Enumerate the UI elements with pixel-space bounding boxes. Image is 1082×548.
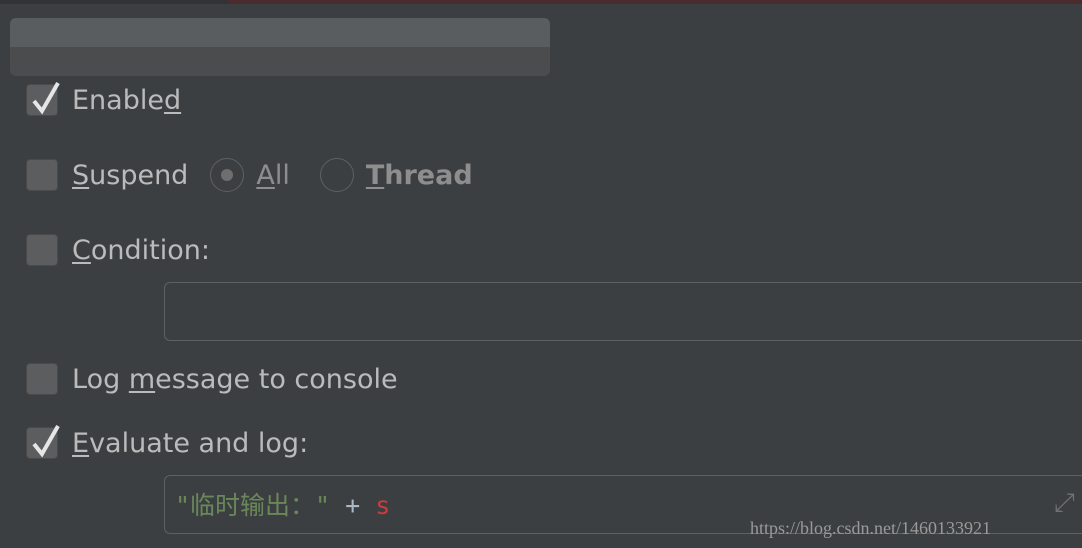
blurred-title (10, 18, 550, 76)
suspend-all-label: All (256, 159, 290, 191)
condition-checkbox[interactable] (26, 234, 58, 266)
editor-strip (0, 0, 1082, 4)
checkbox-checked[interactable] (26, 82, 60, 116)
log-message-label: Log message to console (72, 363, 398, 395)
condition-input[interactable] (164, 282, 1082, 341)
suspend-thread-label: Thread (365, 159, 473, 191)
enabled-checkbox[interactable]: Enabled (26, 82, 182, 116)
check-icon (32, 425, 60, 458)
watermark: https://blog.csdn.net/1460133921 (750, 518, 991, 538)
evaluate-label: Evaluate and log: (72, 427, 309, 459)
breakpoint-line-highlight (228, 0, 1082, 4)
expression-code: "临时输出：" + s (175, 491, 391, 520)
log-message-row: Log message to console (26, 363, 398, 395)
suspend-checkbox[interactable] (26, 159, 58, 191)
suspend-row: Suspend All Thread (26, 158, 473, 192)
evaluate-checkbox[interactable] (26, 425, 60, 459)
evaluate-row: Evaluate and log: (26, 425, 309, 459)
check-icon (32, 82, 60, 115)
log-message-checkbox[interactable] (26, 363, 58, 395)
suspend-label: Suspend (72, 159, 189, 191)
expand-icon[interactable]: ⤢ (1054, 488, 1075, 519)
suspend-thread-radio[interactable] (319, 158, 354, 192)
condition-label: Condition: (72, 234, 210, 266)
condition-row: Condition: (26, 234, 210, 266)
suspend-all-radio[interactable] (210, 158, 245, 192)
enabled-label: Enabled (72, 84, 182, 116)
